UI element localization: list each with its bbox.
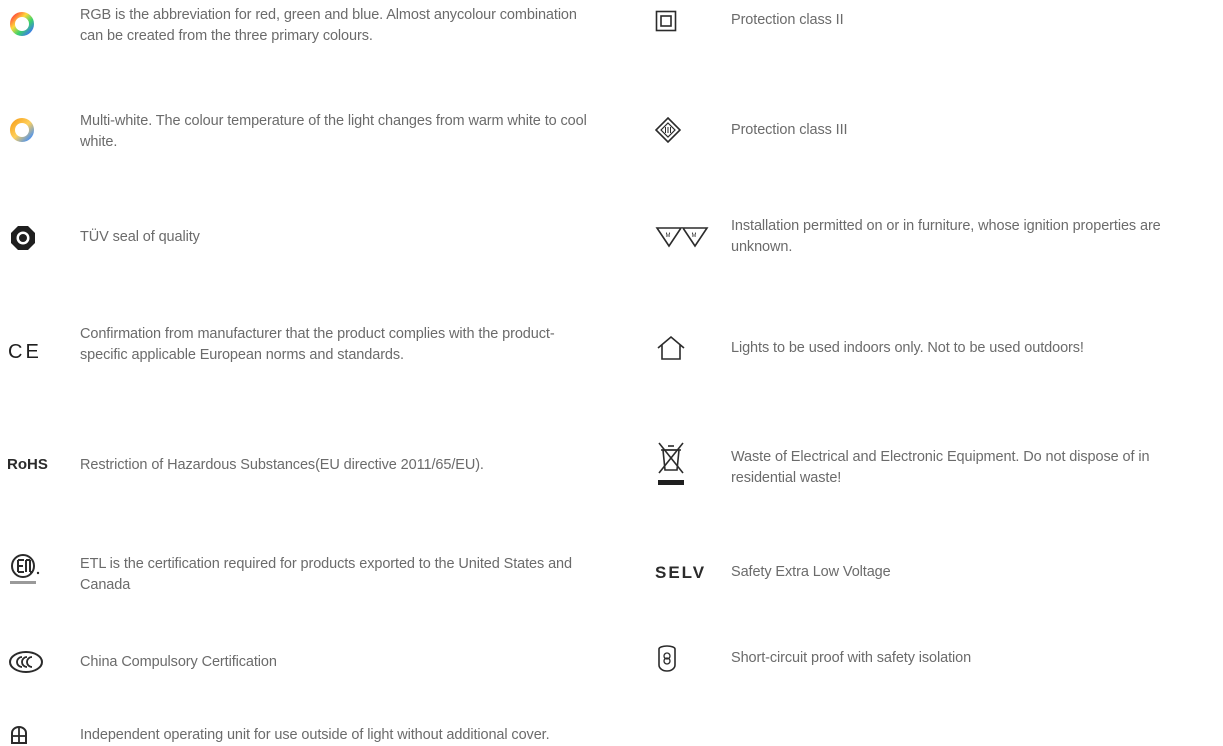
- multi-white-ring-icon: [10, 118, 34, 142]
- etl-mark-icon: [10, 554, 40, 584]
- protection-class-2-icon: [655, 10, 677, 32]
- legend-text: Multi-white. The colour temperature of t…: [80, 113, 587, 150]
- svg-text:M: M: [666, 233, 671, 239]
- tuv-seal-icon: [11, 226, 35, 250]
- legend-text: Restriction of Hazardous Substances(EU d…: [80, 457, 484, 473]
- legend-text: Waste of Electrical and Electronic Equip…: [731, 449, 1150, 486]
- legend-text: RGB is the abbreviation for red, green a…: [80, 7, 577, 44]
- crossed-bin-icon: [658, 442, 684, 485]
- legend-text: TÜV seal of quality: [80, 229, 200, 245]
- selv-mark-icon: SELV: [655, 563, 707, 582]
- protection-class-3-icon: [655, 117, 681, 143]
- legend-text: Protection class III: [731, 122, 848, 138]
- rohs-mark-icon: RoHS: [7, 456, 48, 473]
- indoor-house-icon: [657, 335, 685, 360]
- legend-text: Installation permitted on or in furnitur…: [731, 218, 1161, 255]
- furniture-mounting-icon: M M: [655, 227, 709, 248]
- legend-text: Independent operating unit for use outsi…: [80, 727, 550, 743]
- rgb-color-ring-icon: [10, 12, 34, 36]
- legend-text: ETL is the certification required for pr…: [80, 556, 572, 593]
- legend-text: Short-circuit proof with safety isolatio…: [731, 650, 972, 666]
- svg-text:M: M: [692, 233, 697, 239]
- legend-text: Protection class II: [731, 12, 844, 28]
- legend-text: Confirmation from manufacturer that the …: [80, 326, 555, 363]
- ce-mark-icon: CE: [8, 341, 42, 363]
- ccc-mark-icon: [9, 651, 43, 673]
- independent-unit-icon: [11, 726, 27, 744]
- legend-text: China Compulsory Certification: [80, 654, 277, 670]
- legend-text: Safety Extra Low Voltage: [731, 564, 891, 580]
- short-circuit-transformer-icon: [658, 645, 676, 672]
- legend-text: Lights to be used indoors only. Not to b…: [731, 340, 1084, 356]
